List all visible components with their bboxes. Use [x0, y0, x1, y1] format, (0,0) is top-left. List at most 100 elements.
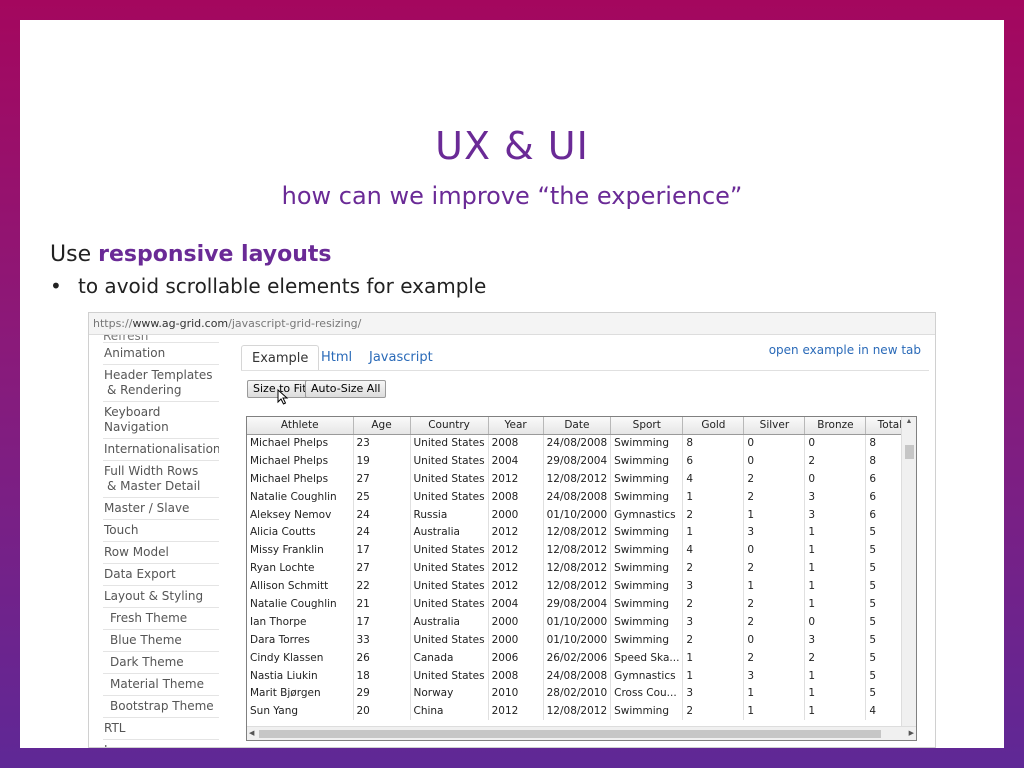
sidebar-item[interactable]: Fresh Theme: [103, 608, 219, 630]
table-cell[interactable]: 1: [682, 523, 745, 542]
sidebar-item[interactable]: Internationalisation: [103, 439, 219, 461]
table-row[interactable]: Allison Schmitt 22 United States 2012 12/08/…: [247, 577, 915, 596]
table-cell[interactable]: United States: [410, 577, 489, 596]
table-cell[interactable]: 12/08/2012: [543, 577, 612, 596]
table-cell[interactable]: 12/08/2012: [543, 541, 612, 560]
table-cell[interactable]: 3: [804, 630, 867, 649]
table-cell[interactable]: 2000: [488, 505, 544, 524]
table-cell[interactable]: 24/08/2008: [543, 666, 612, 685]
column-header[interactable]: Silver: [743, 417, 806, 435]
table-cell[interactable]: 1: [804, 595, 867, 613]
table-cell[interactable]: 2: [743, 487, 806, 506]
table-cell[interactable]: 17: [353, 612, 411, 631]
table-cell[interactable]: Speed Ska...: [610, 648, 684, 667]
table-cell[interactable]: 01/10/2000: [543, 612, 612, 631]
table-cell[interactable]: 1: [682, 648, 745, 667]
table-cell[interactable]: 18: [353, 666, 411, 685]
table-cell[interactable]: Swimming: [610, 559, 684, 578]
table-cell[interactable]: 24: [353, 505, 411, 524]
sidebar-item[interactable]: Refresh: [103, 335, 219, 343]
table-cell[interactable]: 2: [743, 595, 806, 613]
table-cell[interactable]: 28/02/2010: [543, 684, 612, 703]
table-cell[interactable]: 27: [353, 469, 411, 488]
table-cell[interactable]: 2012: [488, 523, 544, 542]
table-row[interactable]: Ryan Lochte 27 United States 2012 12/08/2012…: [247, 559, 915, 578]
table-cell[interactable]: 0: [743, 541, 806, 560]
vertical-scrollbar[interactable]: ▲: [901, 417, 916, 727]
table-cell[interactable]: 29/08/2004: [543, 451, 612, 470]
table-cell[interactable]: 0: [743, 434, 806, 452]
address-bar[interactable]: https://www.ag-grid.com/javascript-grid-…: [89, 313, 935, 335]
table-cell[interactable]: Natalie Coughlin: [247, 595, 354, 613]
table-cell[interactable]: Aleksey Nemov: [247, 505, 354, 524]
table-cell[interactable]: Swimming: [610, 523, 684, 542]
table-cell[interactable]: 1: [804, 541, 867, 560]
table-cell[interactable]: 2006: [488, 648, 544, 667]
table-cell[interactable]: 12/08/2012: [543, 559, 612, 578]
table-cell[interactable]: 2: [743, 469, 806, 488]
tab-html[interactable]: Html: [321, 345, 352, 371]
table-cell[interactable]: Nastia Liukin: [247, 666, 354, 685]
sidebar-item[interactable]: Animation: [103, 343, 219, 365]
table-cell[interactable]: 4: [682, 469, 745, 488]
table-cell[interactable]: Allison Schmitt: [247, 577, 354, 596]
table-cell[interactable]: 1: [743, 702, 806, 721]
table-cell[interactable]: 0: [804, 434, 867, 452]
table-cell[interactable]: 2000: [488, 612, 544, 631]
table-cell[interactable]: 1: [743, 684, 806, 703]
table-cell[interactable]: 3: [682, 684, 745, 703]
table-cell[interactable]: 12/08/2012: [543, 469, 612, 488]
table-row[interactable]: Aleksey Nemov 24 Russia 2000 01/10/2000 Gymna…: [247, 505, 915, 524]
table-cell[interactable]: 3: [743, 523, 806, 542]
sidebar-item[interactable]: Bootstrap Theme: [103, 696, 219, 718]
sidebar-item[interactable]: Data Export: [103, 564, 219, 586]
vertical-scroll-thumb[interactable]: [905, 445, 914, 459]
table-cell[interactable]: 1: [804, 559, 867, 578]
sidebar-item[interactable]: Master / Slave: [103, 498, 219, 520]
table-cell[interactable]: Norway: [410, 684, 489, 703]
table-cell[interactable]: Swimming: [610, 630, 684, 649]
table-cell[interactable]: 2: [682, 559, 745, 578]
table-cell[interactable]: 24/08/2008: [543, 434, 612, 452]
sidebar-item[interactable]: RTL: [103, 718, 219, 740]
table-cell[interactable]: China: [410, 702, 489, 721]
sidebar-item[interactable]: Blue Theme: [103, 630, 219, 652]
tab-javascript[interactable]: Javascript: [369, 345, 433, 371]
table-cell[interactable]: Canada: [410, 648, 489, 667]
table-row[interactable]: Michael Phelps 27 United States 2012 12/08/2…: [247, 469, 915, 488]
table-cell[interactable]: 23: [353, 434, 411, 452]
scroll-up-icon[interactable]: ▲: [902, 417, 916, 427]
sidebar-item[interactable]: Keyboard Navigation: [103, 402, 219, 439]
table-row[interactable]: Michael Phelps 23 United States 2008 24/08/2…: [247, 434, 915, 452]
table-cell[interactable]: United States: [410, 541, 489, 560]
table-cell[interactable]: Dara Torres: [247, 630, 354, 649]
table-cell[interactable]: 2012: [488, 702, 544, 721]
open-new-tab-link[interactable]: open example in new tab: [769, 343, 921, 357]
tab-example[interactable]: Example: [241, 345, 320, 371]
column-header[interactable]: Age: [353, 417, 411, 435]
table-cell[interactable]: 2: [743, 559, 806, 578]
table-cell[interactable]: 12/08/2012: [543, 523, 612, 542]
sidebar-item[interactable]: Header Templates & Rendering: [103, 365, 219, 402]
table-row[interactable]: Missy Franklin 17 United States 2012 12/08/2…: [247, 541, 915, 560]
table-row[interactable]: Cindy Klassen 26 Canada 2006 26/02/2006 Speed…: [247, 648, 915, 667]
table-cell[interactable]: 0: [743, 630, 806, 649]
table-cell[interactable]: 6: [682, 451, 745, 470]
table-cell[interactable]: 2008: [488, 487, 544, 506]
table-row[interactable]: Natalie Coughlin 25 United States 2008 24/08…: [247, 487, 915, 506]
table-cell[interactable]: United States: [410, 487, 489, 506]
table-cell[interactable]: 2: [682, 630, 745, 649]
table-cell[interactable]: 1: [804, 702, 867, 721]
table-row[interactable]: Natalie Coughlin 21 United States 2004 29/08…: [247, 595, 915, 613]
table-cell[interactable]: 2012: [488, 559, 544, 578]
table-cell[interactable]: 1: [804, 523, 867, 542]
table-cell[interactable]: United States: [410, 666, 489, 685]
sidebar-item[interactable]: Touch: [103, 520, 219, 542]
table-cell[interactable]: Cindy Klassen: [247, 648, 354, 667]
table-cell[interactable]: Russia: [410, 505, 489, 524]
table-row[interactable]: Sun Yang 20 China 2012 12/08/2012 Swimming 2 1 1…: [247, 702, 915, 721]
table-cell[interactable]: 2012: [488, 469, 544, 488]
table-cell[interactable]: Marit Bjørgen: [247, 684, 354, 703]
table-cell[interactable]: Michael Phelps: [247, 434, 354, 452]
table-cell[interactable]: 1: [804, 666, 867, 685]
